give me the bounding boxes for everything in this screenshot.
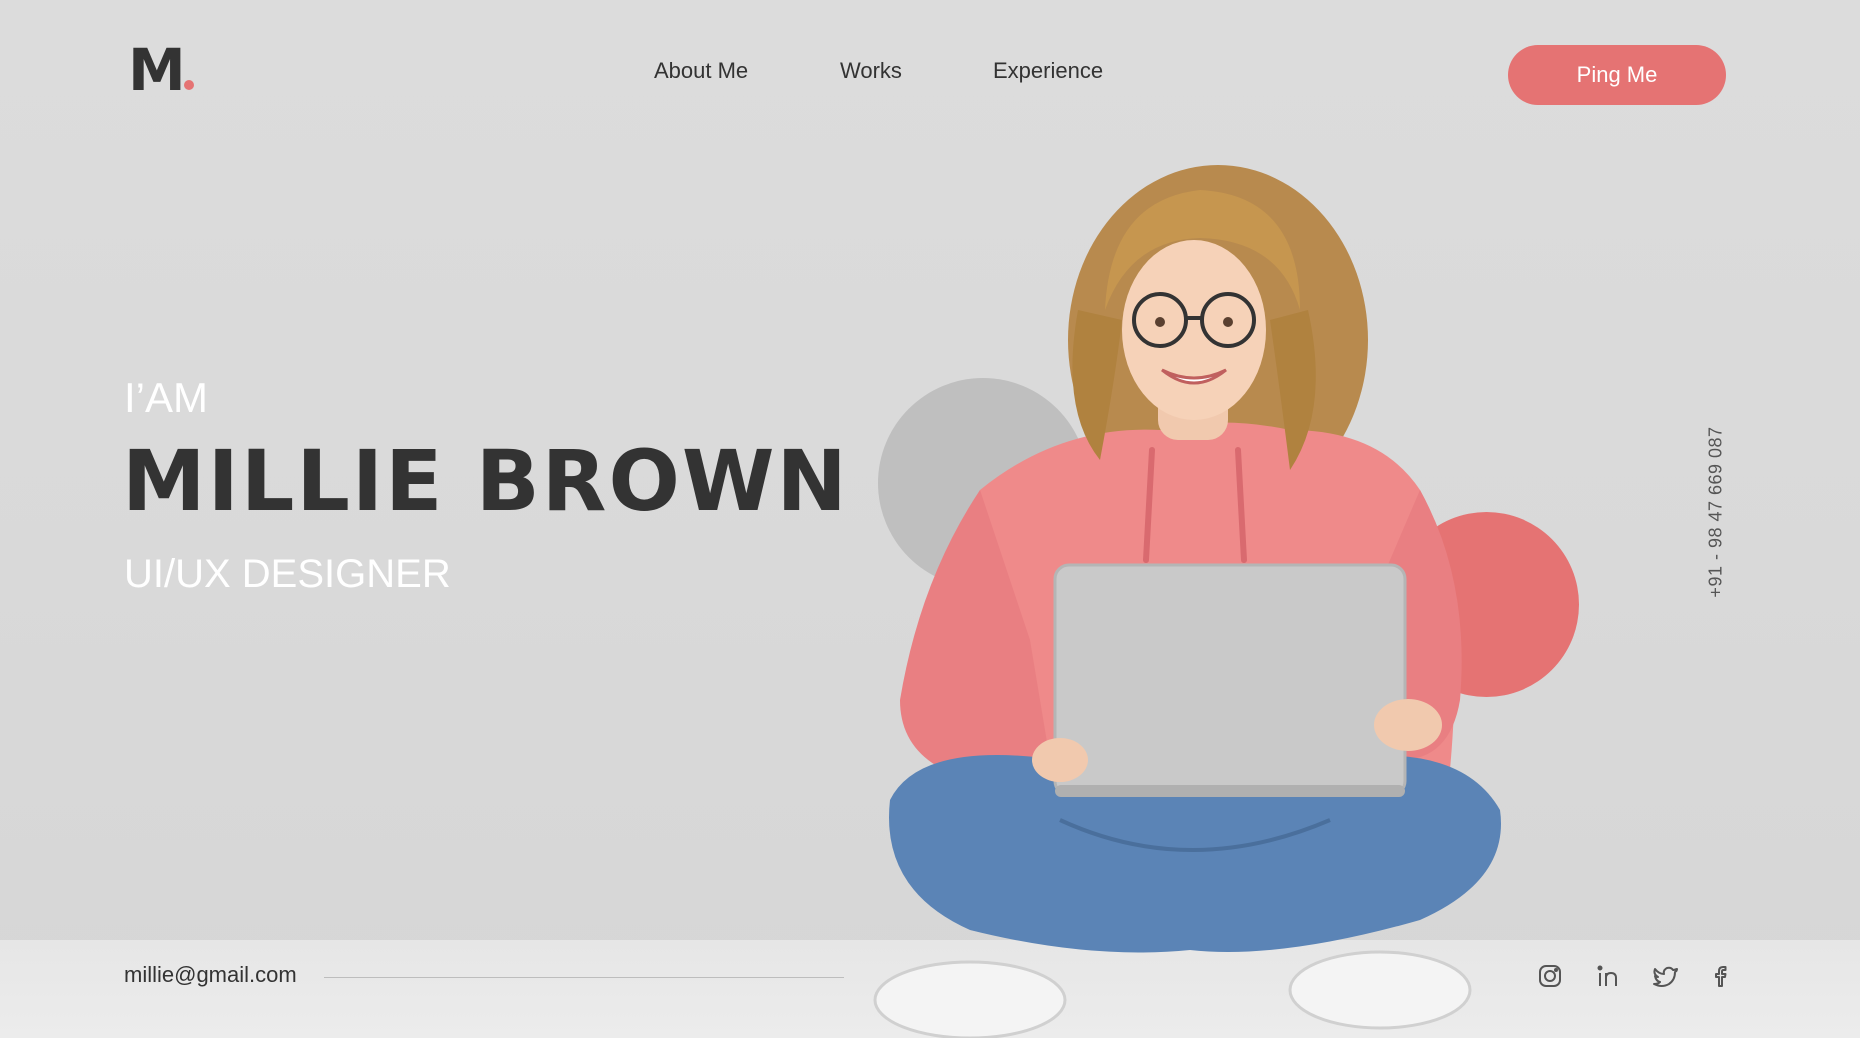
logo-dot: [184, 80, 194, 90]
hero-role: UI/UX DESIGNER: [124, 552, 451, 596]
instagram-icon[interactable]: [1536, 962, 1564, 990]
nav-experience[interactable]: Experience: [993, 58, 1103, 84]
nav-about-me[interactable]: About Me: [654, 58, 748, 84]
face: [1122, 240, 1266, 420]
portrait-illustration: [873, 165, 1501, 1038]
logo-letter: M: [128, 36, 186, 104]
left-sneaker: [873, 960, 1067, 1038]
logo[interactable]: M: [128, 40, 186, 100]
right-sneaker: [1288, 950, 1472, 1030]
email-link[interactable]: millie@gmail.com: [124, 962, 297, 988]
twitter-icon[interactable]: [1652, 962, 1680, 990]
linkedin-icon[interactable]: [1594, 962, 1622, 990]
laptop: [1053, 563, 1407, 797]
facebook-icon[interactable]: [1706, 962, 1734, 990]
ping-me-button[interactable]: Ping Me: [1508, 45, 1726, 105]
nav-works[interactable]: Works: [840, 58, 902, 84]
phone-number-text: +91 - 98 47 669 087: [1705, 426, 1726, 598]
hero-intro: I’AM: [124, 374, 208, 421]
hero-name: MILLIE BROWN: [122, 432, 849, 530]
email-divider: [324, 977, 844, 978]
